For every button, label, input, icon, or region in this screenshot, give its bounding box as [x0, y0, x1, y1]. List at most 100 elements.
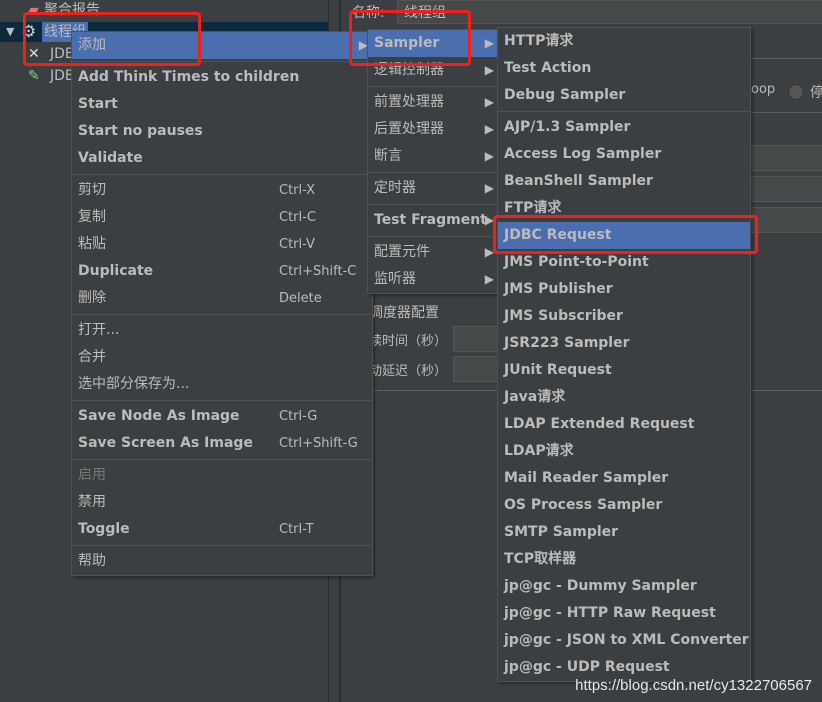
expand-arrow-icon[interactable]: ▼	[6, 22, 14, 42]
menu-item[interactable]: Debug Sampler	[498, 82, 750, 109]
menu-item-label: 断言	[374, 148, 402, 164]
submenu-arrow-icon: ▶	[484, 181, 494, 195]
menu-item-label: Start	[78, 96, 118, 112]
add-submenu: Sampler ▶ 逻辑控制器 ▶ 前置处理器 ▶ 后置处理器 ▶ 断言 ▶ 定时器 ▶ Test Fr…	[367, 29, 499, 294]
menu-item-label: 禁用	[78, 494, 106, 510]
submenu-arrow-icon: ▶	[484, 149, 494, 163]
menu-separator	[72, 400, 372, 401]
menu-item-label: LDAP Extended Request	[504, 416, 695, 432]
menu-item[interactable]: 复制 Ctrl-C	[72, 204, 372, 231]
menu-item[interactable]: LDAP请求	[498, 438, 750, 465]
sampler-submenu: HTTP请求 Test Action Debug Sampler AJP/1.3 Sa…	[497, 27, 751, 682]
menu-item-label: 监听器	[374, 271, 416, 287]
menu-item[interactable]: 定时器 ▶	[368, 175, 498, 202]
menu-item-label: Test Fragment	[374, 212, 487, 228]
menu-item-label: FTP请求	[504, 200, 562, 216]
menu-item[interactable]: Test Action	[498, 55, 750, 82]
submenu-arrow-icon: ▶	[484, 95, 494, 109]
menu-item[interactable]: 选中部分保存为...	[72, 371, 372, 398]
menu-item[interactable]: JMS Subscriber	[498, 303, 750, 330]
menu-item[interactable]: Mail Reader Sampler	[498, 465, 750, 492]
menu-item[interactable]: 帮助	[72, 548, 372, 575]
menu-item[interactable]: Add Think Times to children	[72, 64, 372, 91]
menu-separator	[368, 172, 498, 173]
menu-item-label: 打开...	[78, 322, 120, 338]
menu-item[interactable]: 删除 Delete	[72, 285, 372, 312]
delay-label: 动延迟（秒）	[369, 364, 448, 379]
menu-item[interactable]: Toggle Ctrl-T	[72, 516, 372, 543]
loop-label: oop	[751, 82, 776, 97]
menu-item[interactable]: Start	[72, 91, 372, 118]
menu-item-label: Add Think Times to children	[78, 69, 300, 85]
menu-item[interactable]: Save Node As Image Ctrl-G	[72, 403, 372, 430]
menu-item-label: 剪切	[78, 182, 106, 198]
menu-item[interactable]: jp@gc - JSON to XML Converter	[498, 627, 750, 654]
menu-item-label: JUnit Request	[504, 362, 612, 378]
menu-separator	[72, 174, 372, 175]
menu-item[interactable]: Test Fragment ▶	[368, 207, 498, 234]
menu-item-label: JMS Subscriber	[504, 308, 623, 324]
menu-item[interactable]: 后置处理器 ▶	[368, 116, 498, 143]
menu-item-label: 粘贴	[78, 236, 106, 252]
menu-item[interactable]: Java请求	[498, 384, 750, 411]
menu-item[interactable]: 打开...	[72, 317, 372, 344]
menu-item[interactable]: Save Screen As Image Ctrl+Shift-G	[72, 430, 372, 457]
menu-item[interactable]: HTTP请求	[498, 28, 750, 55]
menu-item[interactable]: 前置处理器 ▶	[368, 89, 498, 116]
menu-item[interactable]: Access Log Sampler	[498, 141, 750, 168]
shortcut-label: Ctrl+Shift-G	[279, 436, 358, 451]
menu-item-label: Java请求	[504, 389, 566, 405]
menu-separator	[368, 236, 498, 237]
menu-item-label: Debug Sampler	[504, 87, 626, 103]
menu-item[interactable]: OS Process Sampler	[498, 492, 750, 519]
menu-item-label: jp@gc - JSON to XML Converter	[504, 632, 749, 648]
menu-item[interactable]: JSR223 Sampler	[498, 330, 750, 357]
menu-item[interactable]: Validate	[72, 145, 372, 172]
menu-item[interactable]: JMS Publisher	[498, 276, 750, 303]
menu-item[interactable]: SMTP Sampler	[498, 519, 750, 546]
menu-item-label: 删除	[78, 290, 106, 306]
menu-item-label: JMS Point-to-Point	[504, 254, 649, 270]
menu-item[interactable]: 粘贴 Ctrl-V	[72, 231, 372, 258]
menu-item[interactable]: Start no pauses	[72, 118, 372, 145]
menu-item[interactable]: jp@gc - HTTP Raw Request	[498, 600, 750, 627]
menu-item-label: 帮助	[78, 553, 106, 569]
duration-label: 续时间（秒）	[369, 334, 448, 349]
menu-item[interactable]: 断言 ▶	[368, 143, 498, 170]
menu-item-label: 启用	[78, 467, 106, 483]
menu-item[interactable]: 禁用	[72, 489, 372, 516]
menu-item[interactable]: BeanShell Sampler	[498, 168, 750, 195]
menu-item-label: Start no pauses	[78, 123, 203, 139]
menu-separator	[368, 86, 498, 87]
menu-item[interactable]: LDAP Extended Request	[498, 411, 750, 438]
menu-item-label: Toggle	[78, 521, 130, 537]
menu-item[interactable]: Duplicate Ctrl+Shift-C	[72, 258, 372, 285]
menu-item[interactable]: JUnit Request	[498, 357, 750, 384]
submenu-arrow-icon: ▶	[484, 63, 494, 77]
menu-item[interactable]: 监听器 ▶	[368, 266, 498, 293]
shortcut-label: Ctrl-G	[279, 409, 318, 424]
stop-radio[interactable]	[788, 84, 804, 100]
shortcut-label: Ctrl-T	[279, 522, 314, 537]
menu-item[interactable]: TCP取样器	[498, 546, 750, 573]
menu-item-label: Save Screen As Image	[78, 435, 253, 451]
menu-separator	[368, 204, 498, 205]
menu-item-label: 合并	[78, 349, 106, 365]
annotation-box-jdbc-request	[493, 215, 758, 254]
menu-item[interactable]: 剪切 Ctrl-X	[72, 177, 372, 204]
menu-item[interactable]: 配置元件 ▶	[368, 239, 498, 266]
menu-item-label: jp@gc - HTTP Raw Request	[504, 605, 716, 621]
menu-item-label: Duplicate	[78, 263, 154, 279]
menu-item: 启用	[72, 462, 372, 489]
menu-item-label: 复制	[78, 209, 106, 225]
menu-item[interactable]: jp@gc - Dummy Sampler	[498, 573, 750, 600]
annotation-box-sampler	[349, 10, 471, 66]
menu-item-label: 后置处理器	[374, 121, 444, 137]
menu-item[interactable]: AJP/1.3 Sampler	[498, 114, 750, 141]
pipette-icon: ✎	[28, 68, 40, 84]
watermark: https://blog.csdn.net/cy1322706567	[575, 677, 812, 694]
menu-item-label: BeanShell Sampler	[504, 173, 653, 189]
shortcut-label: Ctrl-V	[279, 237, 315, 252]
menu-item-label: HTTP请求	[504, 33, 574, 49]
menu-item[interactable]: 合并	[72, 344, 372, 371]
